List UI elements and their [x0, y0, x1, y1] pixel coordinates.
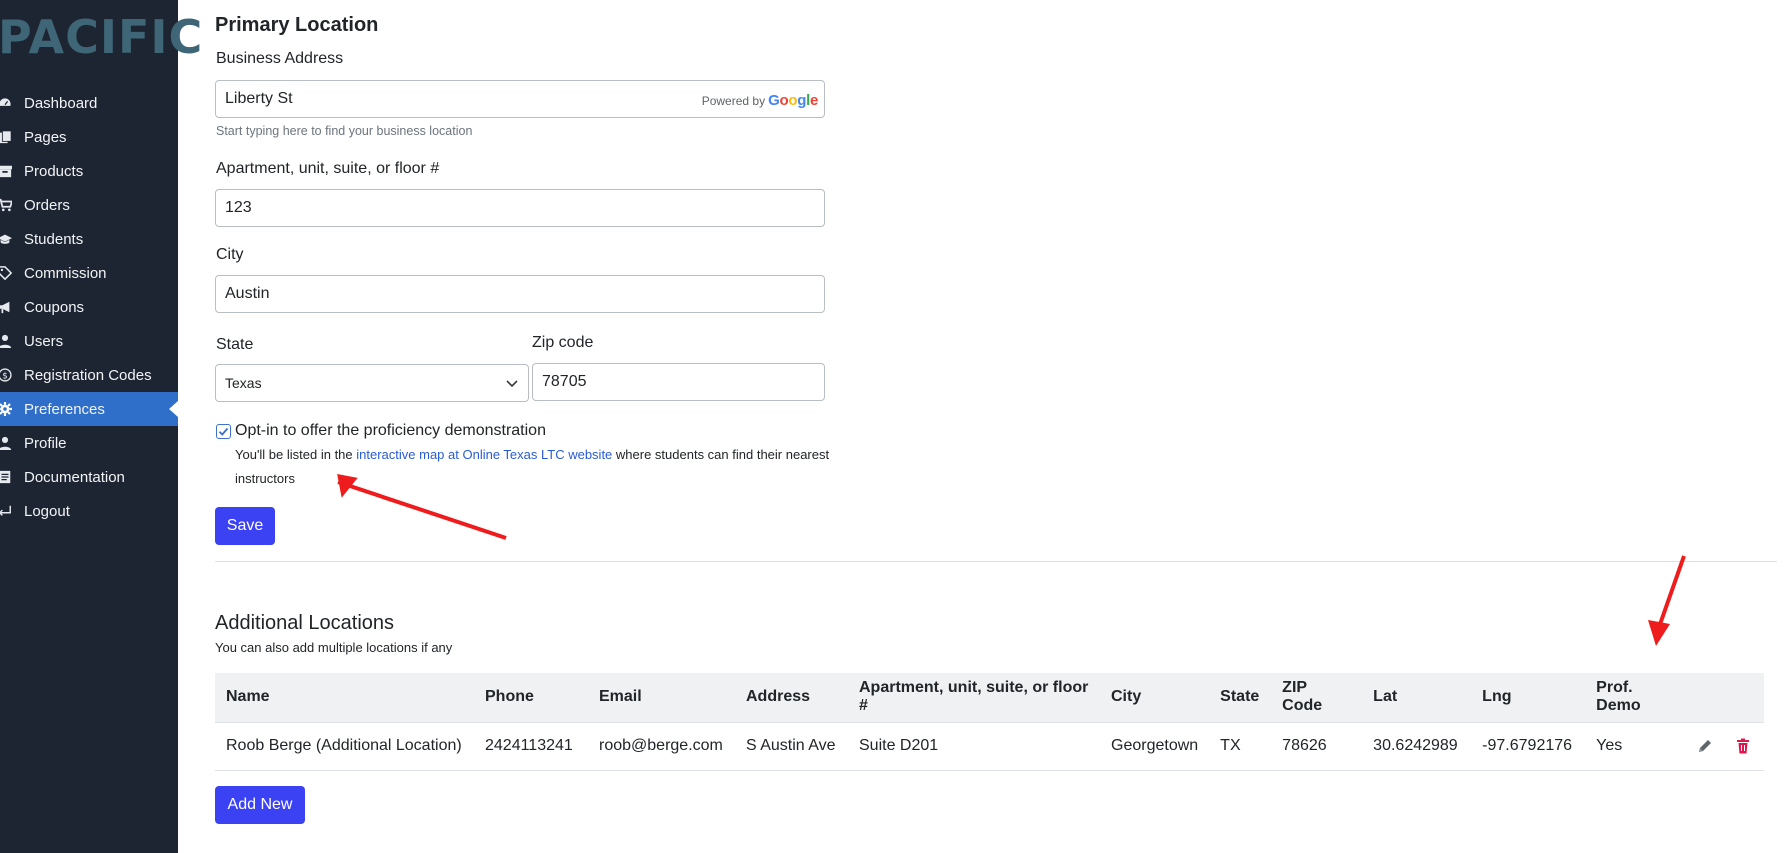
sidebar-item-label: Registration Codes [24, 366, 152, 384]
sidebar: PACIFIC Dashboard Pages Products Orders … [0, 0, 202, 853]
sidebar-item-documentation[interactable]: Documentation [0, 460, 178, 494]
sidebar-item-label: Dashboard [24, 94, 98, 112]
sidebar-item-label: Logout [24, 502, 70, 520]
sidebar-item-label: Profile [24, 434, 67, 452]
pages-icon [0, 130, 12, 144]
annotation-arrow-prof-demo [1648, 555, 1686, 646]
sidebar-item-commission[interactable]: Commission [0, 256, 178, 290]
sidebar-item-users[interactable]: Users [0, 324, 178, 358]
sidebar-item-dashboard[interactable]: Dashboard [0, 86, 178, 120]
megaphone-icon [0, 301, 10, 314]
sidebar-item-label: Orders [24, 196, 70, 214]
sidebar-item-registration-codes[interactable]: $ Registration Codes [0, 358, 178, 392]
sidebar-item-label: Users [24, 332, 64, 350]
sidebar-item-coupons[interactable]: Coupons [0, 290, 178, 324]
gear-icon [0, 402, 12, 416]
sidebar-item-logout[interactable]: Logout [0, 494, 178, 528]
brand-logo: PACIFIC [0, 10, 204, 64]
sidebar-item-label: Commission [24, 264, 107, 282]
document-icon [0, 470, 11, 484]
user-icon [0, 334, 12, 348]
annotation-arrows [337, 474, 1686, 646]
tags-icon [0, 266, 12, 281]
sidebar-item-label: Students [24, 230, 84, 248]
dashboard-icon [0, 97, 12, 108]
logout-icon [0, 505, 11, 516]
sidebar-item-label: Pages [24, 128, 67, 146]
sidebar-item-orders[interactable]: Orders [0, 188, 178, 222]
graduation-cap-icon [0, 234, 12, 244]
dollar-circle-icon: $ [0, 368, 12, 382]
sidebar-item-label: Products [24, 162, 84, 180]
sidebar-item-label: Preferences [24, 400, 105, 418]
sidebar-nav: Dashboard Pages Products Orders Students… [0, 86, 178, 528]
sidebar-item-preferences[interactable]: Preferences [0, 392, 178, 426]
products-icon [0, 165, 12, 178]
sidebar-item-pages[interactable]: Pages [0, 120, 178, 154]
svg-text:$: $ [2, 372, 8, 382]
annotation-arrow-optin [337, 474, 507, 540]
sidebar-item-label: Documentation [24, 468, 125, 486]
user-icon [0, 436, 12, 450]
sidebar-item-profile[interactable]: Profile [0, 426, 178, 460]
main-content: Primary Location Business Address Libert… [178, 0, 1790, 853]
sidebar-item-products[interactable]: Products [0, 154, 178, 188]
sidebar-item-label: Coupons [24, 298, 85, 316]
cart-icon [0, 198, 12, 212]
sidebar-item-students[interactable]: Students [0, 222, 178, 256]
